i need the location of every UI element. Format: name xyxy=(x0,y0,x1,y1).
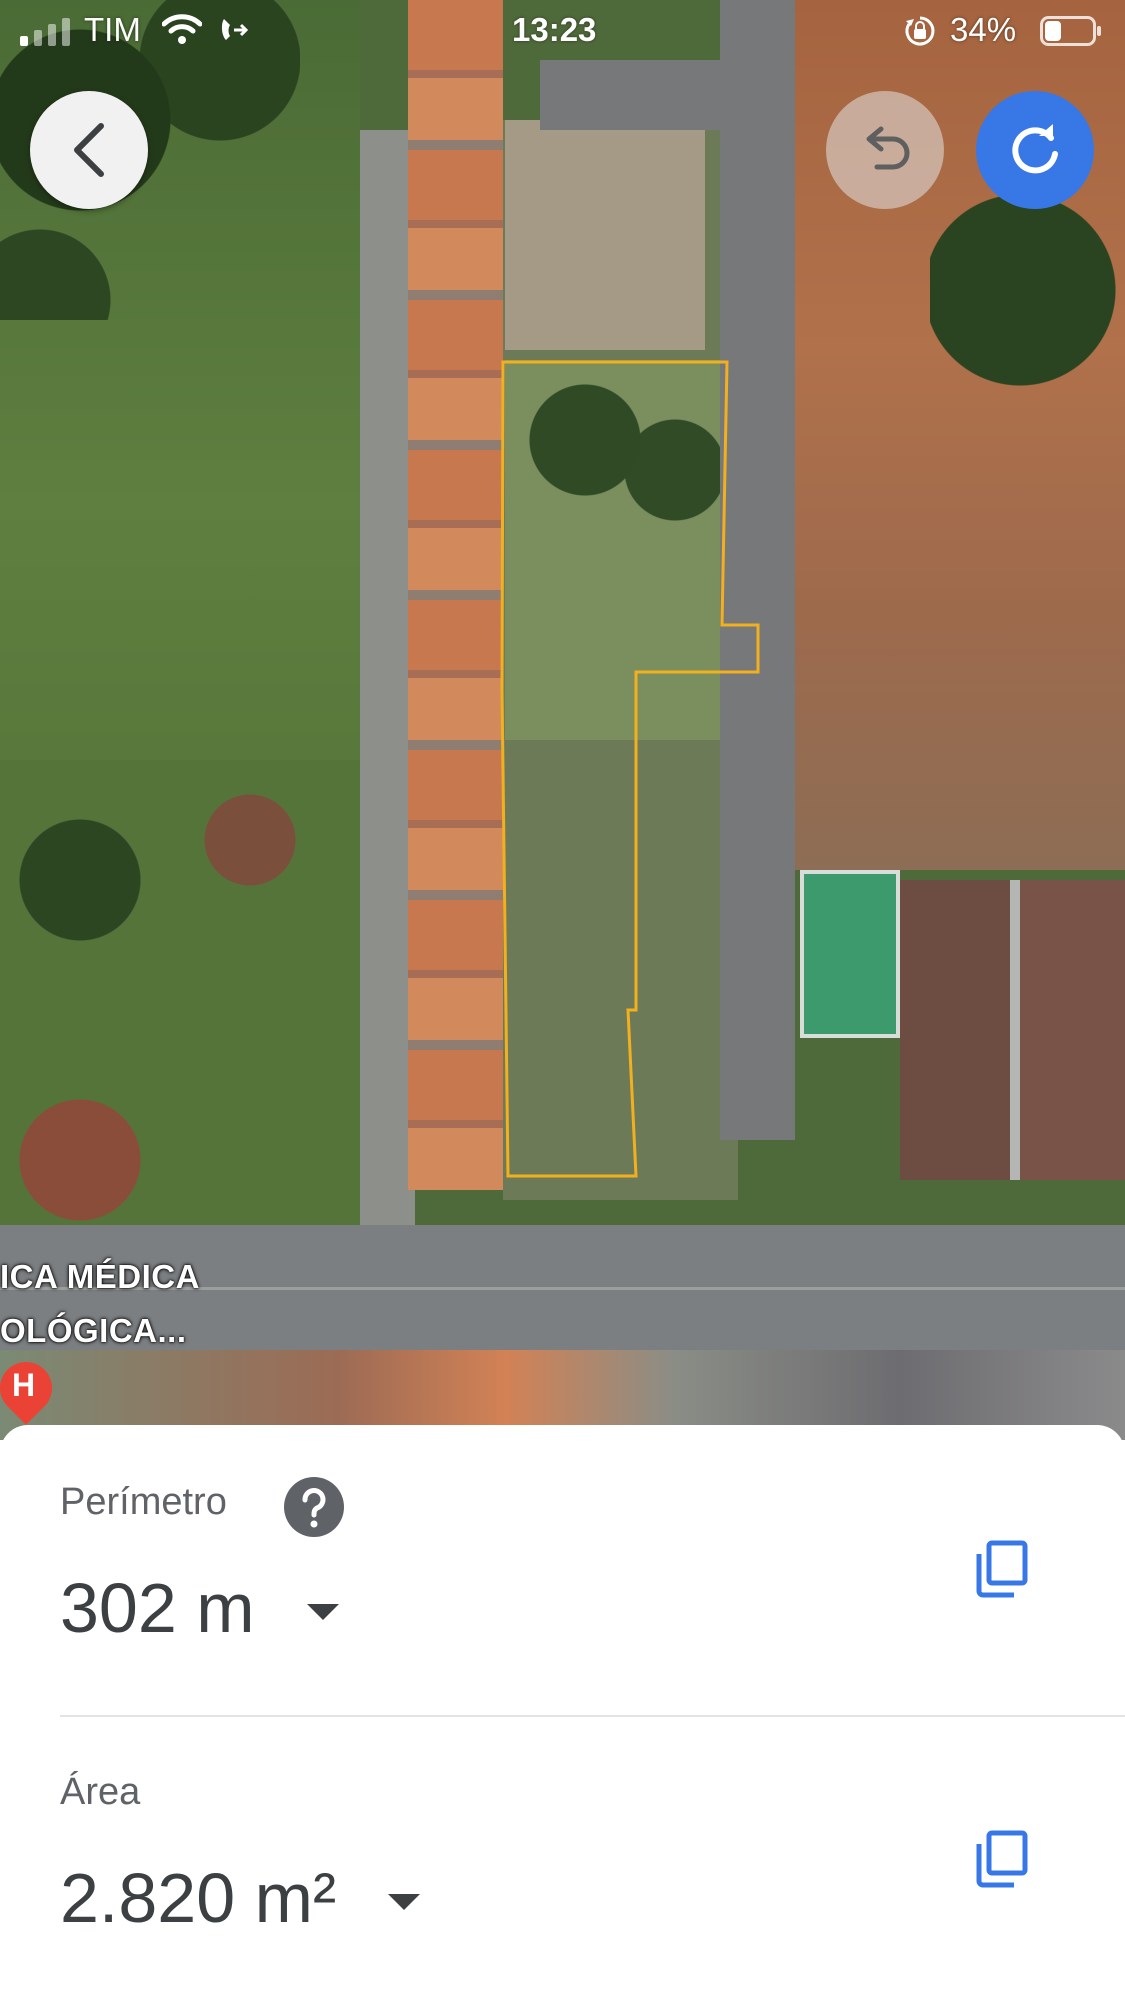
copy-icon[interactable] xyxy=(974,1829,1030,1889)
redo-button[interactable] xyxy=(976,91,1094,209)
satellite-map[interactable]: ICA MÉDICA OLÓGICA... H xyxy=(0,0,1125,1440)
measured-area-outline[interactable] xyxy=(0,0,1125,1440)
wifi-icon xyxy=(162,14,202,44)
undo-button[interactable] xyxy=(826,91,944,209)
area-value-selector[interactable]: 2.820 m² xyxy=(60,1858,421,1938)
battery-percent: 34% xyxy=(950,11,1017,48)
perimeter-label: Perímetro xyxy=(60,1481,227,1523)
area-label: Área xyxy=(60,1771,141,1813)
map-place-label[interactable]: ICA MÉDICA xyxy=(0,1258,200,1296)
map-place-label[interactable]: OLÓGICA... xyxy=(0,1312,187,1350)
dropdown-arrow-icon[interactable] xyxy=(388,1894,421,1910)
back-icon xyxy=(74,123,104,177)
undo-icon xyxy=(866,126,910,170)
area-value: 2.820 m² xyxy=(60,1859,337,1937)
battery-icon xyxy=(1040,16,1101,46)
signal-icon xyxy=(20,18,70,46)
hospital-pin-letter: H xyxy=(12,1367,36,1403)
status-bar: TIM 13:23 34% xyxy=(0,0,1125,62)
redo-icon xyxy=(1012,124,1058,174)
perimeter-value: 302 m xyxy=(60,1569,255,1647)
help-icon[interactable] xyxy=(284,1477,344,1537)
measurement-sheet: Perímetro 302 m Área 2.820 m² xyxy=(0,1425,1125,2001)
dropdown-arrow-icon[interactable] xyxy=(306,1604,339,1620)
copy-icon[interactable] xyxy=(974,1539,1030,1599)
call-forwarding-icon xyxy=(221,19,248,40)
rotation-lock-icon xyxy=(905,16,935,46)
carrier-name: TIM xyxy=(84,11,141,48)
clock: 13:23 xyxy=(512,11,597,48)
perimeter-value-selector[interactable]: 302 m xyxy=(60,1568,339,1648)
back-button[interactable] xyxy=(30,91,148,209)
divider xyxy=(60,1715,1125,1717)
